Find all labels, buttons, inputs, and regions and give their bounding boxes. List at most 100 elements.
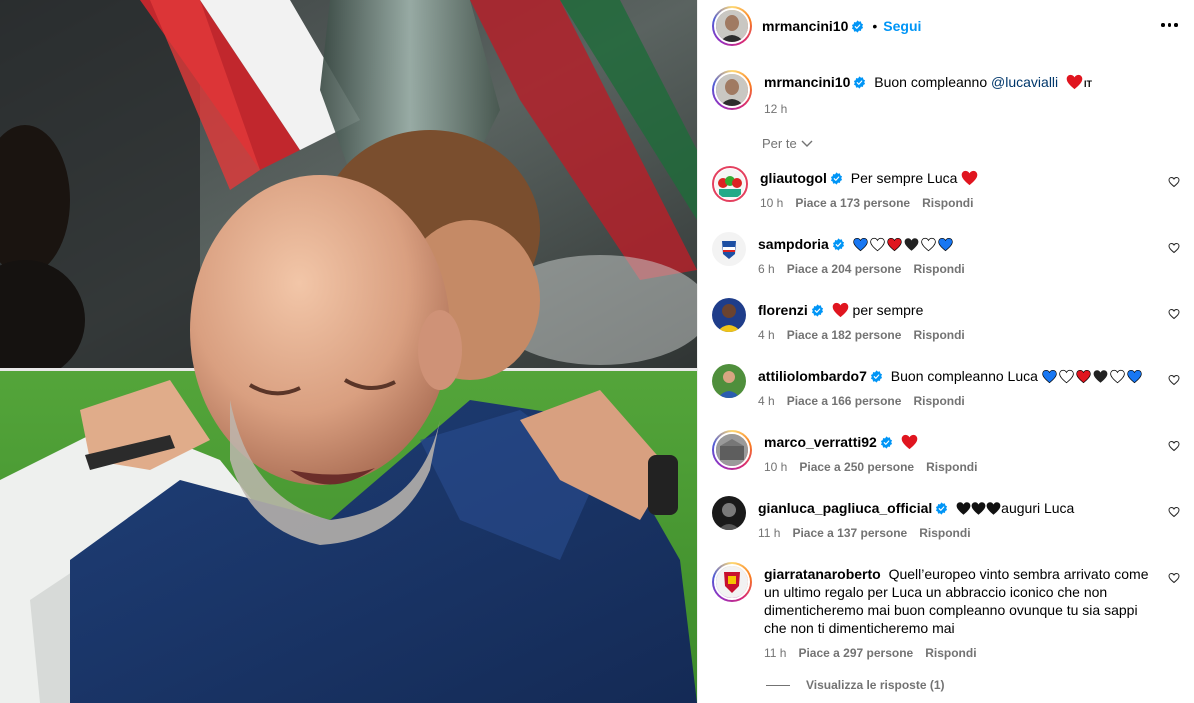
comment-item: attiliolombardo7 Buon compleanno Luca 4 …	[712, 364, 1182, 410]
commenter-avatar[interactable]	[712, 364, 746, 398]
follow-button[interactable]: Segui	[883, 18, 921, 34]
comments-sort-dropdown[interactable]: Per te	[762, 136, 813, 151]
black-heart-emoji-icon	[971, 502, 986, 515]
like-heart-icon[interactable]	[1168, 308, 1180, 320]
commenter-username[interactable]: marco_verratti92	[764, 434, 877, 450]
reply-button[interactable]: Rispondi	[926, 460, 977, 474]
author-avatar[interactable]	[712, 6, 752, 46]
comment-likes[interactable]: Piace a 182 persone	[787, 328, 902, 342]
commenter-avatar-image	[712, 496, 746, 530]
caption-avatar-image	[716, 74, 748, 106]
commenter-avatar[interactable]	[712, 496, 746, 530]
reply-button[interactable]: Rispondi	[913, 394, 964, 408]
caption-text: Buon compleanno	[874, 74, 992, 90]
commenter-avatar-image	[715, 169, 745, 199]
comment-time: 11 h	[764, 646, 787, 660]
red-heart-emoji-icon	[887, 237, 902, 252]
white-heart-emoji-icon	[869, 237, 885, 252]
white-heart-emoji-icon	[920, 237, 936, 252]
blue-heart-emoji-icon	[938, 237, 953, 252]
commenter-username[interactable]: giarratanaroberto	[764, 566, 881, 582]
comment-text: Buon compleanno Luca	[890, 368, 1042, 384]
verified-badge-icon	[854, 76, 866, 89]
comment-item: gliautogol Per sempre Luca 10 h Piace a 1…	[712, 166, 1182, 212]
comment-text: per sempre	[848, 302, 924, 318]
reply-button[interactable]: Rispondi	[913, 328, 964, 342]
reply-button[interactable]: Rispondi	[925, 646, 976, 660]
black-heart-emoji-icon	[904, 238, 919, 251]
view-replies-button[interactable]: Visualizza le risposte (1)	[766, 678, 945, 692]
commenter-avatar-image	[712, 232, 746, 266]
post-photo[interactable]	[0, 0, 697, 703]
commenter-avatar[interactable]	[712, 298, 746, 332]
red-heart-emoji-icon	[961, 170, 978, 186]
black-heart-emoji-icon	[1093, 370, 1108, 383]
comment-text: auguri Luca	[1001, 500, 1075, 516]
italy-flag-emoji: IT	[1084, 79, 1093, 89]
reply-button[interactable]: Rispondi	[922, 196, 973, 210]
verified-badge-icon	[832, 238, 844, 251]
commenter-avatar[interactable]	[712, 430, 752, 470]
verified-badge-icon	[870, 370, 882, 383]
caption-mention[interactable]: @lucavialli	[991, 74, 1058, 90]
commenter-username[interactable]: sampdoria	[758, 236, 829, 252]
caption-avatar[interactable]	[712, 70, 752, 110]
comment-likes[interactable]: Piace a 137 persone	[792, 526, 907, 540]
sort-label: Per te	[762, 136, 797, 151]
commenter-avatar-image	[716, 434, 748, 466]
comment-item: florenzi per sempre 4 h Piace a 182 perso…	[712, 298, 1182, 344]
comment-item: gianluca_pagliuca_official auguri Luca 1…	[712, 496, 1182, 542]
view-replies-label: Visualizza le risposte (1)	[806, 678, 945, 692]
commenter-avatar[interactable]	[712, 232, 746, 266]
comment-likes[interactable]: Piace a 173 persone	[795, 196, 910, 210]
more-options-icon[interactable]	[1161, 18, 1179, 32]
red-heart-emoji-icon	[1066, 74, 1083, 90]
commenter-avatar[interactable]	[712, 562, 752, 602]
caption-time: 12 h	[764, 102, 788, 116]
verified-badge-icon	[936, 502, 948, 515]
caption-username[interactable]: mrmancini10	[764, 74, 850, 90]
commenter-username[interactable]: florenzi	[758, 302, 808, 318]
verified-badge-icon	[852, 19, 864, 33]
hearts-sequence	[1042, 368, 1144, 384]
comments-panel: mrmancini10 • Segui mrmancini10 Buon com…	[697, 0, 1194, 703]
comment-text: Per sempre Luca	[850, 170, 962, 186]
author-avatar-image	[716, 10, 748, 42]
white-heart-emoji-icon	[1110, 369, 1125, 384]
post-photo-illustration	[0, 0, 697, 703]
commenter-avatar[interactable]	[712, 166, 748, 202]
comment-likes[interactable]: Piace a 250 persone	[799, 460, 914, 474]
like-heart-icon[interactable]	[1168, 440, 1180, 452]
comment-time: 6 h	[758, 262, 775, 276]
like-heart-icon[interactable]	[1168, 572, 1180, 584]
instagram-post-view: mrmancini10 • Segui mrmancini10 Buon com…	[0, 0, 1194, 703]
comment-item: giarratanaroberto Quell’europeo vinto se…	[712, 562, 1182, 662]
like-heart-icon[interactable]	[1168, 242, 1180, 254]
reply-button[interactable]: Rispondi	[913, 262, 964, 276]
white-heart-emoji-icon	[1059, 369, 1074, 384]
like-heart-icon[interactable]	[1168, 506, 1180, 518]
post-header: mrmancini10 • Segui	[698, 0, 1194, 52]
author-username[interactable]: mrmancini10	[762, 18, 848, 34]
comment-item: sampdoria 6 h Piace a 204 persone Rispondi	[712, 232, 1182, 278]
post-caption: mrmancini10 Buon compleanno @lucavialli …	[712, 70, 1092, 118]
like-heart-icon[interactable]	[1168, 374, 1180, 386]
commenter-username[interactable]: attiliolombardo7	[758, 368, 867, 384]
commenter-avatar-image	[712, 298, 746, 332]
comment-time: 4 h	[758, 328, 775, 342]
comment-time: 4 h	[758, 394, 775, 408]
hearts-sequence	[853, 236, 955, 252]
separator-dot: •	[872, 18, 878, 34]
like-heart-icon[interactable]	[1168, 176, 1180, 188]
verified-badge-icon	[830, 172, 842, 185]
comment-likes[interactable]: Piace a 204 persone	[787, 262, 902, 276]
blue-heart-emoji-icon	[1042, 369, 1057, 384]
reply-button[interactable]: Rispondi	[919, 526, 970, 540]
commenter-username[interactable]: gliautogol	[760, 170, 827, 186]
verified-badge-icon	[811, 304, 823, 317]
comment-likes[interactable]: Piace a 166 persone	[787, 394, 902, 408]
replies-divider-line	[766, 684, 790, 686]
comment-likes[interactable]: Piace a 297 persone	[798, 646, 913, 660]
comment-time: 11 h	[758, 526, 781, 540]
commenter-username[interactable]: gianluca_pagliuca_official	[758, 500, 932, 516]
